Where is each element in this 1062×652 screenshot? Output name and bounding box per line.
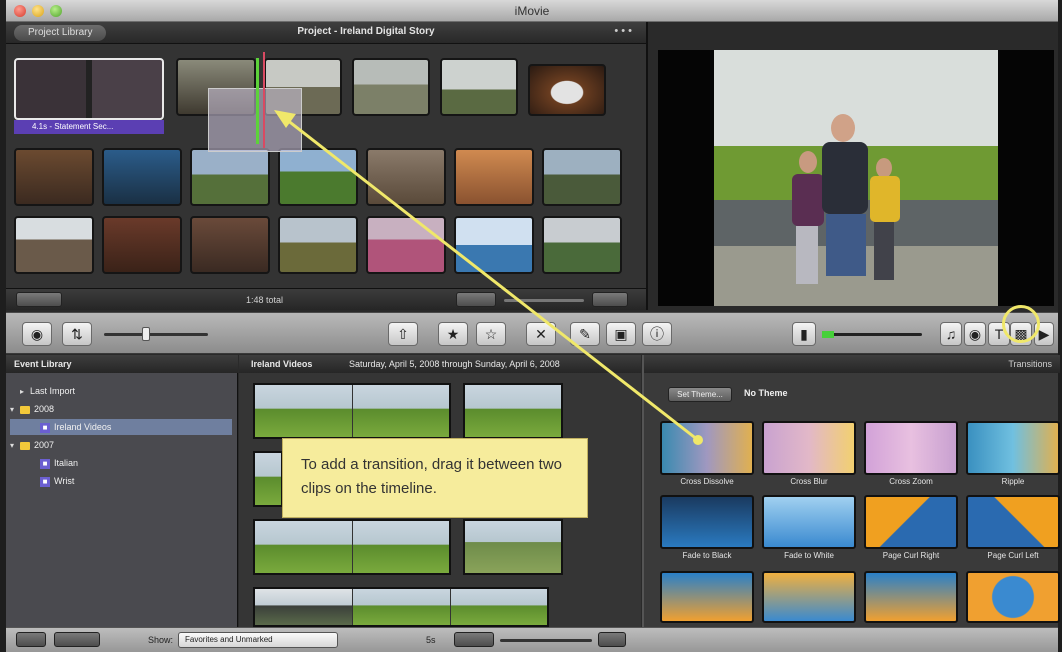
bottom-bar: Show: Favorites and Unmarked 5s (6, 627, 1058, 652)
thumbnail-size-slider[interactable] (500, 639, 592, 642)
imovie-window: iMovie Project Library Project - Ireland… (6, 0, 1060, 652)
drag-arrow-overlay (274, 110, 703, 445)
thumbnail-scale-label: 5s (426, 635, 436, 645)
play-full-screen-button[interactable] (54, 632, 100, 647)
event-options-button[interactable] (16, 632, 46, 647)
drag-arrow-line (281, 114, 699, 442)
thumbnail-size-max-button[interactable] (598, 632, 626, 647)
thumbnail-size-min-button[interactable] (454, 632, 494, 647)
drag-arrow-origin (693, 435, 703, 445)
show-filter-select[interactable]: Favorites and Unmarked (178, 632, 338, 648)
show-label: Show: (148, 635, 174, 645)
